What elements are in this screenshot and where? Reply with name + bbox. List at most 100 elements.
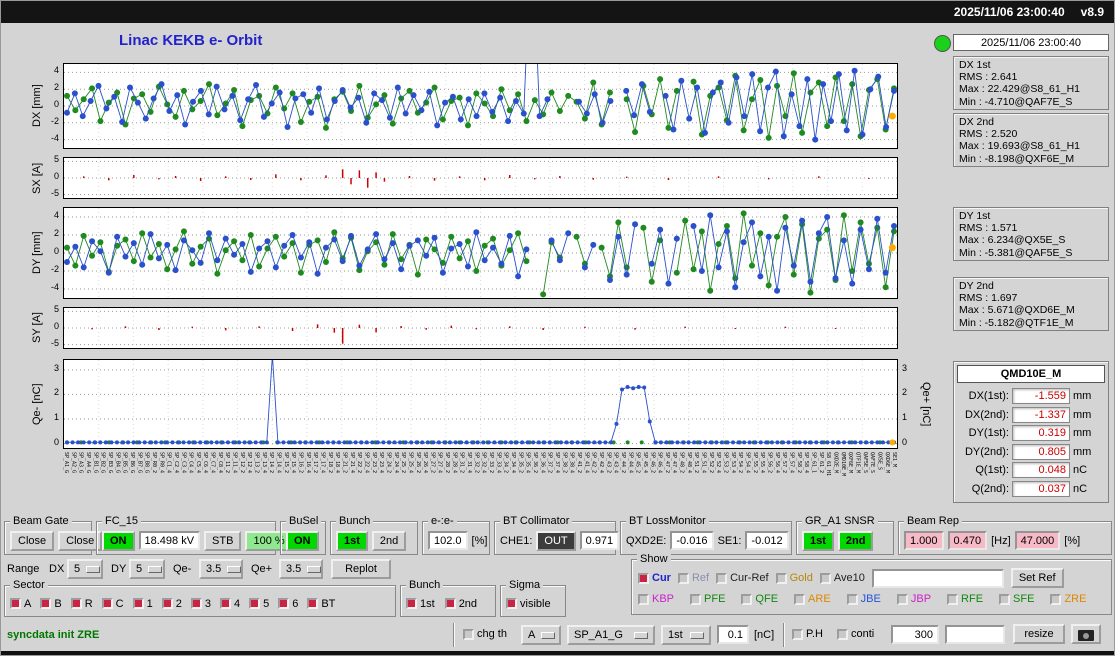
qmd-row-value: 0.805 — [1012, 443, 1070, 460]
range-dx-select[interactable]: 5 — [67, 559, 103, 579]
beam-rep-v3-display: 47.000 — [1014, 531, 1061, 550]
threshold-input[interactable]: 0.1 — [717, 625, 749, 644]
show-jbp-checkbox[interactable]: JBP — [896, 593, 932, 605]
range-dy-select[interactable]: 5 — [129, 559, 165, 579]
dropdown-bar-icon — [541, 631, 556, 639]
range-qep-select[interactable]: 3.5 — [279, 559, 323, 579]
fc15-on-button[interactable]: ON — [102, 530, 135, 551]
show-row1: Cur Ref Cur-Ref Gold Ave10 Set Ref — [638, 568, 1064, 588]
bunch-select[interactable]: 1st — [661, 625, 711, 645]
range-qep-value: 3.5 — [286, 563, 302, 575]
qe-plot: Qe- [nC] Qe+ [nC] 3210 3210 — [31, 359, 932, 449]
range-dx-value: 5 — [74, 563, 81, 575]
qe-right-axis-label: Qe+ [nC] — [920, 381, 932, 427]
conti-checkbox[interactable]: conti — [837, 628, 874, 640]
page-title: Linac KEKB e- Orbit — [119, 32, 263, 49]
dy-1st-stats: DY 1st RMS : 1.571 Max : 6.234@QX5E_S Mi… — [953, 207, 1109, 261]
show-label: Show — [637, 553, 671, 565]
show-are-checkbox[interactable]: ARE — [794, 593, 831, 605]
dy-yticks: 4 2 0 -2 -4 — [50, 210, 59, 292]
checkbox-icon — [837, 628, 848, 640]
beam-gate-close1-button[interactable]: Close — [10, 530, 55, 551]
show-gold-checkbox[interactable]: Gold — [775, 572, 813, 584]
qmd-row-value: -1.559 — [1012, 388, 1070, 405]
busel-on-button[interactable]: ON — [286, 530, 319, 551]
replot-button[interactable]: Replot — [331, 559, 391, 579]
interval-input[interactable]: 300 — [891, 625, 939, 644]
sector-checkbox-r[interactable]: R — [70, 598, 93, 610]
sector-checkbox-a[interactable]: A — [10, 598, 31, 610]
sector-item-label: C — [115, 597, 124, 610]
show-qfe-checkbox[interactable]: QFE — [741, 593, 778, 605]
blank-input[interactable] — [945, 625, 1005, 644]
busel-label: BuSel — [286, 515, 322, 527]
chg-th-checkbox[interactable]: chg th — [463, 628, 507, 640]
sector-select-value: A — [528, 629, 536, 641]
sector-select[interactable]: A — [521, 625, 561, 645]
dy2-rms: RMS : 1.697 — [959, 292, 1018, 305]
dy-plot: DY [mm] 4 2 0 -2 -4 — [31, 207, 898, 299]
ph-checkbox[interactable]: P.H — [792, 628, 823, 640]
range-dy-value: 5 — [136, 563, 143, 575]
show-zre-checkbox[interactable]: ZRE — [1050, 593, 1086, 605]
beam-rep-pct-unit: [%] — [1064, 534, 1081, 547]
show-gold-label: Gold — [789, 572, 813, 584]
dropdown-bar-icon — [86, 565, 101, 573]
range-qem-select[interactable]: 3.5 — [199, 559, 243, 579]
checkbox-icon — [10, 598, 21, 609]
dx-plot: DX [mm] 4 2 0 -2 -4 — [31, 63, 898, 149]
bunch-2nd-checkbox[interactable]: 2nd — [444, 598, 477, 610]
show-cur-checkbox[interactable]: Cur — [638, 572, 671, 584]
titlebar-datetime: 2025/11/06 23:00:40 — [953, 5, 1065, 19]
ref-name-input[interactable] — [871, 568, 1004, 588]
sector-checkbox-1[interactable]: 1 — [132, 598, 153, 610]
beam-rep-label: Beam Rep — [904, 515, 962, 527]
bunch-1st-button[interactable]: 1st — [336, 530, 368, 551]
bunch-1st-checkbox[interactable]: 1st — [406, 598, 435, 610]
sector-checkbox-2[interactable]: 2 — [161, 598, 182, 610]
bunch-select-label: Bunch — [336, 515, 374, 527]
show-group: Show Cur Ref Cur-Ref Gold Ave10 Set Ref … — [631, 553, 1112, 615]
sector-checkbox-b[interactable]: B — [40, 598, 62, 610]
checkbox-icon — [1050, 593, 1062, 605]
screenshot-button[interactable] — [1071, 624, 1101, 644]
qe-plot-canvas — [63, 359, 898, 449]
resize-button[interactable]: resize — [1013, 624, 1065, 644]
sector-checkbox-3[interactable]: 3 — [190, 598, 211, 610]
show-jbp-label: JBP — [910, 593, 932, 605]
show-cur-ref-checkbox[interactable]: Cur-Ref — [716, 572, 769, 584]
sector-checkbox-4[interactable]: 4 — [219, 598, 240, 610]
show-jbe-checkbox[interactable]: JBE — [846, 593, 881, 605]
show-cur-ref-label: Cur-Ref — [730, 572, 769, 584]
beam-rep-v1-display: 1.000 — [904, 531, 944, 550]
checkbox-icon — [792, 628, 803, 640]
sigma-group: Sigma visible — [500, 579, 566, 617]
show-pfe-checkbox[interactable]: PFE — [690, 593, 725, 605]
sector-checkbox-bt[interactable]: BT — [307, 598, 335, 610]
checkbox-icon — [249, 598, 261, 609]
show-ref-checkbox[interactable]: Ref — [677, 572, 709, 584]
beam-rep-v2-display: 0.470 — [947, 531, 988, 550]
show-sfe-checkbox[interactable]: SFE — [999, 593, 1034, 605]
checkbox-icon — [794, 593, 806, 605]
show-kbp-checkbox[interactable]: KBP — [638, 593, 674, 605]
fc15-stb-button[interactable]: STB — [204, 530, 242, 551]
gr-a1-1st-button[interactable]: 1st — [802, 530, 834, 551]
dx-plot-canvas — [63, 63, 898, 149]
show-ave10-checkbox[interactable]: Ave10 — [819, 572, 865, 584]
qmd-row-label: DX(1st): — [968, 390, 1009, 403]
show-rfe-checkbox[interactable]: RFE — [947, 593, 983, 605]
gr-a1-2nd-button[interactable]: 2nd — [837, 530, 874, 551]
sigma-visible-checkbox[interactable]: visible — [506, 598, 551, 610]
sector-item-label: 5 — [263, 597, 270, 610]
sigma-visible-label: visible — [520, 597, 551, 610]
checkbox-icon — [278, 598, 290, 609]
sy-plot-canvas — [63, 307, 898, 349]
che1-out-button[interactable]: OUT — [536, 530, 576, 551]
sector-checkbox-6[interactable]: 6 — [278, 598, 298, 610]
sector-checkbox-5[interactable]: 5 — [249, 598, 269, 610]
set-ref-button[interactable]: Set Ref — [1010, 568, 1064, 588]
bunch-2nd-button[interactable]: 2nd — [371, 530, 407, 551]
sector-checkbox-c[interactable]: C — [101, 597, 124, 610]
bpm-select[interactable]: SP_A1_G — [567, 625, 655, 645]
